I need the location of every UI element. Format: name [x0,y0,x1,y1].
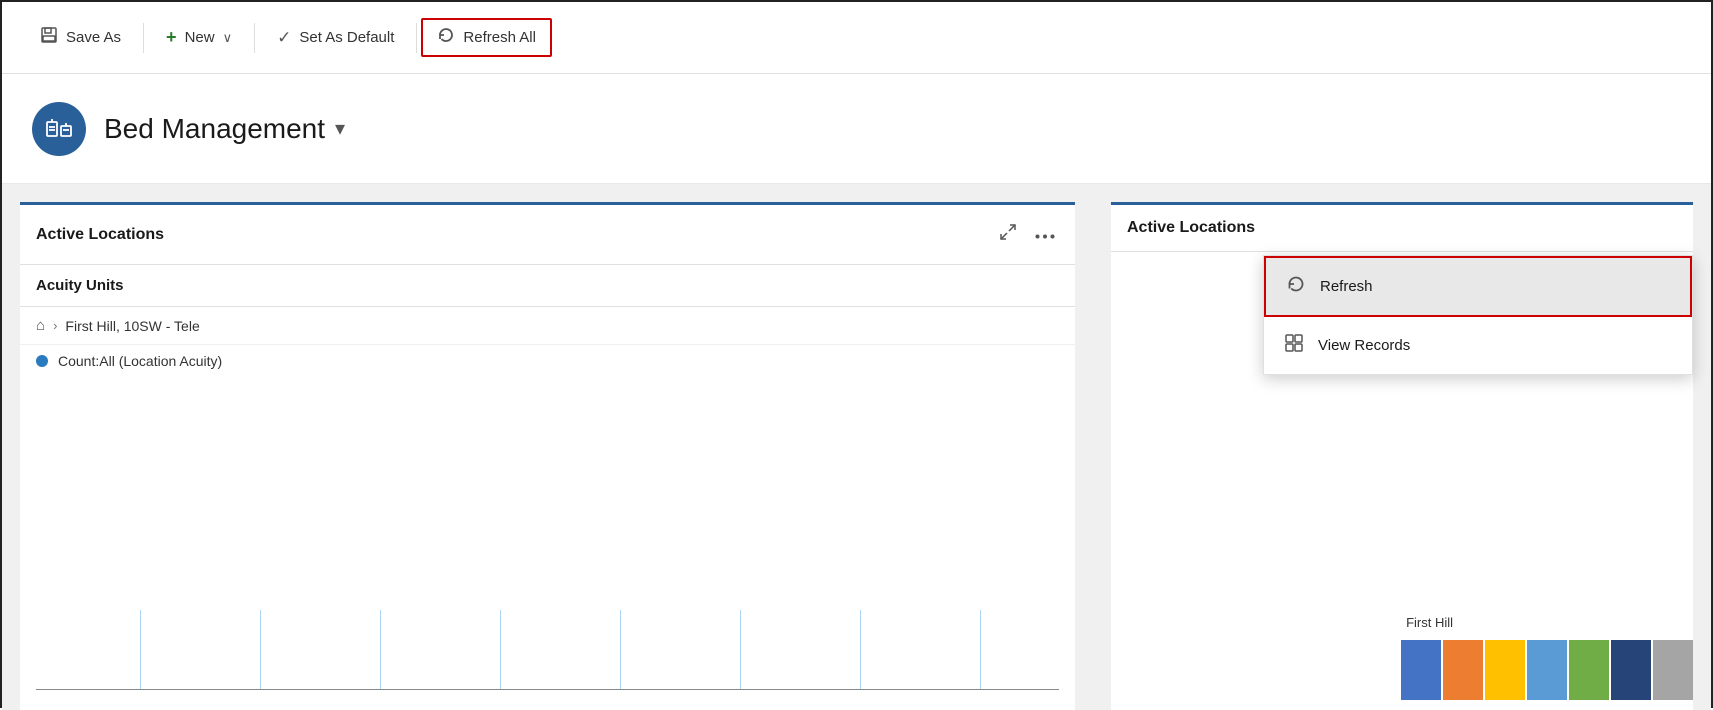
refresh-all-button[interactable]: Refresh All [421,18,552,57]
breadcrumb-chevron-icon: › [53,318,57,333]
location-row: ⌂ › First Hill, 10SW - Tele [20,307,1075,345]
save-as-button[interactable]: Save As [22,18,139,57]
refresh-menu-icon [1286,274,1306,299]
bar-gray [1653,640,1693,700]
set-default-button[interactable]: ✓ Set As Default [259,20,412,56]
bar-dark-blue [1611,640,1651,700]
acuity-units-header: Acuity Units [20,265,1075,307]
save-as-icon [40,26,58,49]
new-button[interactable]: + New ∨ [148,19,250,56]
divider-1 [143,23,144,53]
new-chevron-icon: ∨ [223,30,233,46]
divider-2 [254,23,255,53]
chart-area [20,377,1075,710]
main-content: Active Locations [2,184,1711,710]
location-text: First Hill, 10SW - Tele [65,318,199,334]
bar-blue [1401,640,1441,700]
divider-3 [416,23,417,53]
app-icon [32,102,86,156]
left-panel: Active Locations [20,202,1075,710]
view-records-icon [1284,333,1304,358]
page-title-area: Bed Management ▾ [104,113,345,145]
chart-line-7 [980,610,981,690]
expand-button[interactable] [995,219,1021,250]
refresh-all-icon [437,26,455,49]
view-records-label: View Records [1318,337,1410,354]
chart-line-3 [500,610,501,690]
more-options-button[interactable] [1031,222,1059,248]
toolbar: Save As + New ∨ ✓ Set As Default Refresh… [2,2,1711,74]
refresh-menu-label: Refresh [1320,278,1373,295]
bar-light-blue [1527,640,1567,700]
refresh-all-label: Refresh All [463,29,536,46]
panel-gap [1075,202,1093,710]
save-as-label: Save As [66,29,121,46]
right-panel: Active Locations Refresh [1111,202,1693,710]
chart-line-6 [860,610,861,690]
bar-orange [1443,640,1483,700]
view-records-menu-item[interactable]: View Records [1264,317,1692,374]
chart-line-2 [380,610,381,690]
page-title: Bed Management [104,113,325,145]
bar-green [1569,640,1609,700]
chart-line-0 [140,610,141,690]
context-dropdown: Refresh View Records [1263,255,1693,375]
checkmark-icon: ✓ [277,28,291,48]
chart-line-1 [260,610,261,690]
page-header: Bed Management ▾ [2,74,1711,184]
refresh-menu-item[interactable]: Refresh [1264,256,1692,317]
right-panel-header: Active Locations [1111,205,1693,252]
legend-label: Count:All (Location Acuity) [58,353,222,369]
chart-line-4 [620,610,621,690]
chart-baseline [36,689,1059,690]
new-label: New [185,29,215,46]
left-panel-actions [995,219,1059,250]
stacked-bars [1401,640,1693,700]
title-chevron-icon[interactable]: ▾ [335,116,345,141]
legend-row: Count:All (Location Acuity) [20,345,1075,377]
new-plus-icon: + [166,27,177,48]
legend-dot [36,355,48,367]
first-hill-label: First Hill [1406,615,1453,630]
right-panel-title: Active Locations [1127,219,1255,237]
bar-yellow [1485,640,1525,700]
left-panel-header: Active Locations [20,205,1075,265]
set-default-label: Set As Default [299,29,394,46]
home-icon: ⌂ [36,317,45,334]
chart-line-5 [740,610,741,690]
left-panel-title: Active Locations [36,226,164,244]
